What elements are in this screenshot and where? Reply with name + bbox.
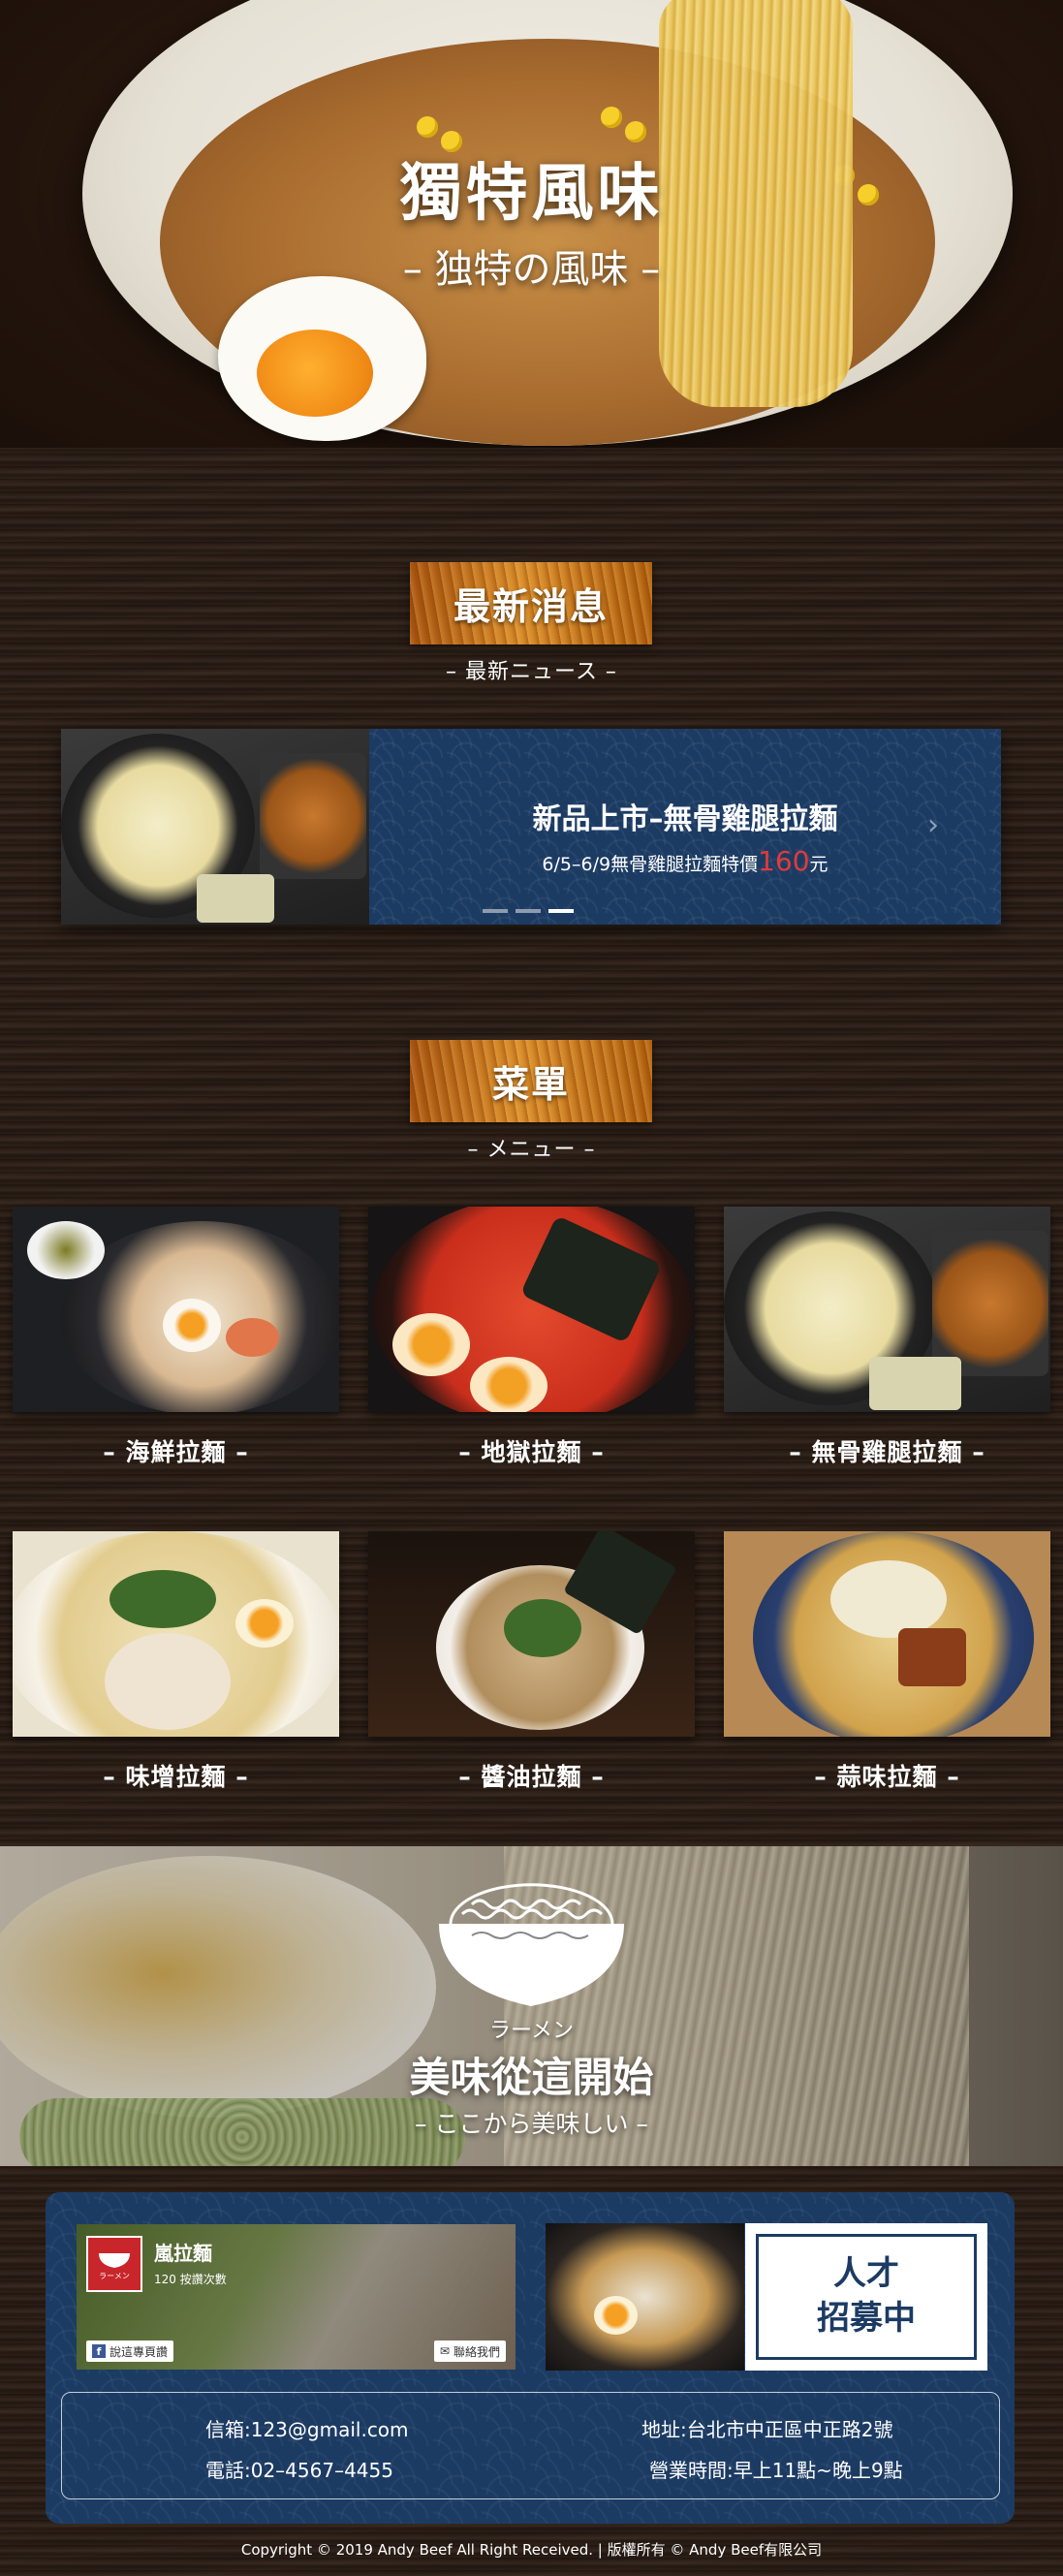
hero-title: 獨特風味 <box>399 158 664 230</box>
menu-image <box>13 1207 339 1412</box>
carousel-dot-active[interactable] <box>548 909 574 913</box>
menu-item-label: – 味增拉麵 – <box>103 1763 249 1791</box>
menu-heading: 菜單 <box>410 1040 652 1122</box>
copyright: Copyright © 2019 Andy Beef All Right Rec… <box>240 2541 823 2559</box>
hero-banner: 獨特風味 – 独特の風味 – <box>0 0 1063 448</box>
news-content: 新品上市–無骨雞腿拉麵 6/5–6/9無骨雞腿拉麵特價160元 › <box>369 729 1001 925</box>
news-desc-text: 6/5–6/9無骨雞腿拉麵特價 <box>542 854 759 875</box>
carousel-dot[interactable] <box>516 909 541 913</box>
fb-like-count: 120 按讚次數 <box>154 2273 227 2286</box>
contact-address: 地址:台北市中正區中正路2號 <box>641 2418 893 2441</box>
news-title: 新品上市–無骨雞腿拉麵 <box>532 802 838 836</box>
banner-subtitle: – ここから美味しい – <box>415 2110 648 2138</box>
mail-icon: ✉ <box>439 2344 450 2358</box>
chevron-right-icon[interactable]: › <box>927 808 939 842</box>
menu-item-label: – 無骨雞腿拉麵 – <box>789 1438 985 1466</box>
news-subheading: – 最新ニュース – <box>446 660 617 684</box>
menu-image <box>13 1531 339 1737</box>
fb-page-name[interactable]: 嵐拉麵 <box>154 2238 212 2266</box>
hiring-button[interactable]: 人才 招募中 <box>745 2223 987 2371</box>
egg <box>218 276 426 441</box>
menu-item-hell[interactable]: – 地獄拉麵 – <box>368 1207 695 1468</box>
corn <box>417 116 438 138</box>
brand-logo: ラーメン <box>86 2236 142 2292</box>
news-heading: 最新消息 <box>410 562 652 644</box>
carousel-dot[interactable] <box>483 909 508 913</box>
menu-item-label: – 蒜味拉麵 – <box>814 1763 960 1791</box>
facebook-icon: f <box>92 2344 106 2358</box>
ramen-bowl-icon <box>439 1883 624 2006</box>
menu-item-seafood[interactable]: – 海鮮拉麵 – <box>13 1207 339 1468</box>
ramen-word: ラーメン <box>488 2019 575 2043</box>
menu-subheading: – メニュー – <box>467 1138 596 1162</box>
menu-image <box>724 1531 1050 1737</box>
news-price: 160 <box>758 845 810 877</box>
carousel-dots <box>483 909 574 913</box>
corn <box>625 121 646 142</box>
corn <box>601 107 622 128</box>
logo-text: ラーメン <box>99 2271 130 2280</box>
menu-image <box>368 1207 695 1412</box>
news-desc-suffix: 元 <box>809 854 829 875</box>
menu-image <box>368 1531 695 1737</box>
contact-phone[interactable]: 電話:02–4567–4455 <box>205 2455 393 2483</box>
hiring-line-1: 人才 <box>833 2254 899 2294</box>
menu-item-soy-sauce[interactable]: – 醬油拉麵 – <box>368 1531 695 1793</box>
news-photo <box>61 729 369 925</box>
contact-hours: 營業時間:早上11點~晚上9點 <box>649 2459 903 2482</box>
news-carousel[interactable]: 新品上市–無骨雞腿拉麵 6/5–6/9無骨雞腿拉麵特價160元 › <box>61 729 1001 925</box>
menu-item-label: – 醬油拉麵 – <box>458 1763 605 1791</box>
hero-subtitle: – 独特の風味 – <box>402 247 661 292</box>
hiring-line-2: 招募中 <box>817 2299 916 2338</box>
banner-title: 美味從這開始 <box>409 2054 654 2101</box>
menu-image <box>724 1207 1050 1412</box>
contact-email[interactable]: 信箱:123@gmail.com <box>205 2414 409 2442</box>
news-description: 6/5–6/9無骨雞腿拉麵特價160元 <box>369 845 1001 877</box>
menu-item-boneless-chicken[interactable]: – 無骨雞腿拉麵 – <box>724 1207 1050 1468</box>
menu-item-garlic[interactable]: – 蒜味拉麵 – <box>724 1531 1050 1793</box>
menu-item-label: – 地獄拉麵 – <box>458 1438 605 1466</box>
menu-item-miso[interactable]: – 味增拉麵 – <box>13 1531 339 1793</box>
facebook-page-card[interactable]: ラーメン 嵐拉麵 120 按讚次數 f 說這專頁讚 ✉ 聯絡我們 <box>77 2224 516 2370</box>
fb-like-button[interactable]: f 說這專頁讚 <box>86 2340 174 2362</box>
fb-contact-label: 聯絡我們 <box>453 2344 500 2359</box>
fb-contact-button[interactable]: ✉ 聯絡我們 <box>433 2340 506 2362</box>
fb-like-label: 說這專頁讚 <box>109 2344 169 2359</box>
contact-info: 信箱:123@gmail.com 電話:02–4567–4455 地址:台北市中… <box>61 2392 1000 2499</box>
menu-item-label: – 海鮮拉麵 – <box>103 1438 249 1466</box>
hiring-photo <box>546 2223 744 2371</box>
ramen-bowl-icon <box>99 2252 130 2268</box>
